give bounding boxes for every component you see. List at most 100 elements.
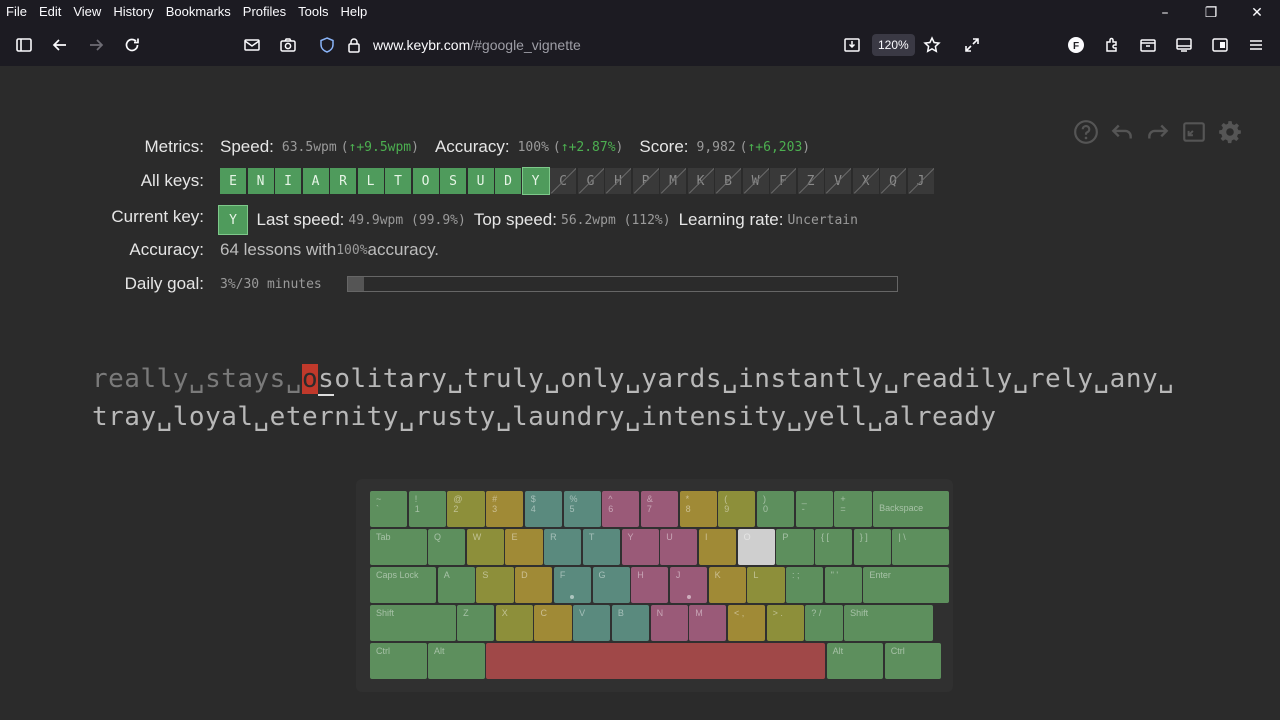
key-chip-r: R [330, 168, 356, 194]
key-chip-k: K [687, 168, 714, 194]
key-label: > . [772, 608, 783, 618]
menu-file[interactable]: File [0, 0, 33, 24]
menu-profiles[interactable]: Profiles [237, 0, 292, 24]
zoom-level-badge[interactable]: 120% [872, 34, 915, 56]
redo-icon[interactable] [1142, 116, 1174, 148]
undo-icon[interactable] [1106, 116, 1138, 148]
accuracy-delta: ↑+2.87% [560, 139, 616, 155]
key-strip: ENIARLTOSUDYCGHPMKBWFZVXQJ [220, 167, 935, 195]
reader-view-icon[interactable] [1202, 29, 1238, 61]
lock-icon[interactable] [336, 29, 372, 61]
key-shift-label: ~ [376, 494, 382, 504]
key-chip-u: U [467, 168, 494, 194]
extensions-puzzle-icon[interactable] [1094, 29, 1130, 61]
key-label: I [704, 532, 708, 542]
key-r2-11: { [ [815, 529, 853, 565]
key-digit-0: ~ ` [370, 491, 408, 527]
menu-bar: File Edit View History Bookmarks Profile… [0, 0, 1280, 24]
lesson-line-2[interactable]: tray␣loyal␣eternity␣rusty␣laundry␣intens… [92, 402, 997, 432]
key-r2-8: I [698, 529, 737, 565]
menu-bookmarks[interactable]: Bookmarks [160, 0, 237, 24]
menu-history[interactable]: History [107, 0, 159, 24]
key-r4-9: > . [766, 605, 804, 641]
key-r2-2: W [466, 529, 504, 565]
reload-icon[interactable] [114, 29, 150, 61]
key-label: Z [463, 608, 469, 618]
score-delta-open: ( [739, 139, 748, 155]
key-r4-10: ? / [805, 605, 843, 641]
extension-toolbar: F [1058, 29, 1274, 61]
back-arrow-icon[interactable] [42, 29, 78, 61]
minimize-button[interactable]: – [1142, 0, 1188, 26]
key-r2-7: U [660, 529, 698, 565]
fullscreen-icon[interactable] [1178, 116, 1210, 148]
download-page-icon[interactable] [834, 29, 870, 61]
key-chip-p: P [632, 168, 659, 194]
key-chip-t: T [385, 168, 411, 194]
key-label: ? / [811, 608, 822, 618]
address-bar[interactable]: www.keybr.com/#google_vignette 120% [236, 29, 956, 61]
key-r3-1: A [437, 567, 475, 603]
key-label: L [753, 570, 759, 580]
all-keys-row: All keys: ENIARLTOSUDYCGHPMKBWFZVXQJ [0, 167, 935, 195]
key-shift-label: ^ [608, 494, 613, 504]
speed-delta-open: ( [340, 139, 349, 155]
key-label: E [511, 532, 518, 542]
key-r2-6: Y [621, 529, 659, 565]
speed-label: Speed: [220, 137, 274, 156]
key-digit-9: (9 [718, 491, 756, 527]
restore-button[interactable]: ❐ [1188, 0, 1234, 26]
key-r4-5: B [611, 605, 650, 641]
svg-text:F: F [1073, 41, 1079, 52]
settings-gear-icon[interactable] [1214, 116, 1246, 148]
forward-arrow-icon[interactable] [78, 29, 114, 61]
key-label: Alt [434, 646, 445, 656]
key-digit-8: * 8 [679, 491, 717, 527]
key-label: O [743, 532, 751, 542]
key-shift-label: % [569, 494, 578, 504]
key-r3-10: : ; [786, 567, 824, 603]
screenshot-camera-icon[interactable] [270, 29, 306, 61]
lesson-line-1[interactable]: really␣stays␣osolitary␣truly␣only␣yards␣… [92, 364, 1174, 396]
page-content: Metrics: Speed: 63.5wpm (↑+9.5wpm) Accur… [0, 66, 1280, 720]
bookmark-star-icon[interactable] [914, 29, 950, 61]
key-chip-x: X [852, 168, 879, 194]
accuracy-value: 100% [517, 139, 549, 155]
account-avatar-icon[interactable]: F [1058, 29, 1094, 61]
container-tabs-icon[interactable] [1130, 29, 1166, 61]
help-icon[interactable] [1070, 116, 1102, 148]
key-chip-s: S [440, 168, 466, 194]
key-shift-label: ! [414, 494, 418, 504]
menu-view[interactable]: View [67, 0, 107, 24]
key-label: R [550, 532, 557, 542]
key-r4-2: X [495, 605, 533, 641]
menu-tools[interactable]: Tools [292, 0, 334, 24]
key-label: U [666, 532, 673, 542]
accuracy-row-label: Accuracy: [129, 240, 204, 259]
url-text[interactable]: www.keybr.com/#google_vignette [373, 37, 581, 53]
key-label: W [472, 532, 482, 542]
key-chip-d: D [495, 168, 521, 194]
key-label: } ] [859, 532, 868, 542]
close-window-button[interactable]: ✕ [1234, 0, 1280, 26]
menu-help[interactable]: Help [335, 0, 374, 24]
sidebar-toggle-icon[interactable] [6, 29, 42, 61]
key-base-label: 9 [724, 504, 730, 514]
mail-icon[interactable] [234, 29, 270, 61]
cursor-char: s [318, 364, 335, 396]
expand-arrows-icon[interactable] [954, 29, 990, 61]
key-chip-j: J [907, 168, 934, 194]
key-shift-label: _ [801, 494, 807, 504]
key-chip-q: Q [880, 168, 906, 194]
key-r2-3: E [505, 529, 543, 565]
key-r2-1: Q [428, 529, 466, 565]
key-r2-13: | \ [892, 529, 949, 565]
key-chip-n: N [247, 168, 274, 194]
accuracy-text-b: 100% [336, 242, 368, 258]
key-digit-4: $4 [524, 491, 562, 527]
key-label: < , [733, 608, 745, 618]
key-shift-label: + [840, 494, 846, 504]
synced-devices-icon[interactable] [1166, 29, 1202, 61]
menu-edit[interactable]: Edit [33, 0, 67, 24]
hamburger-menu-icon[interactable] [1238, 29, 1274, 61]
